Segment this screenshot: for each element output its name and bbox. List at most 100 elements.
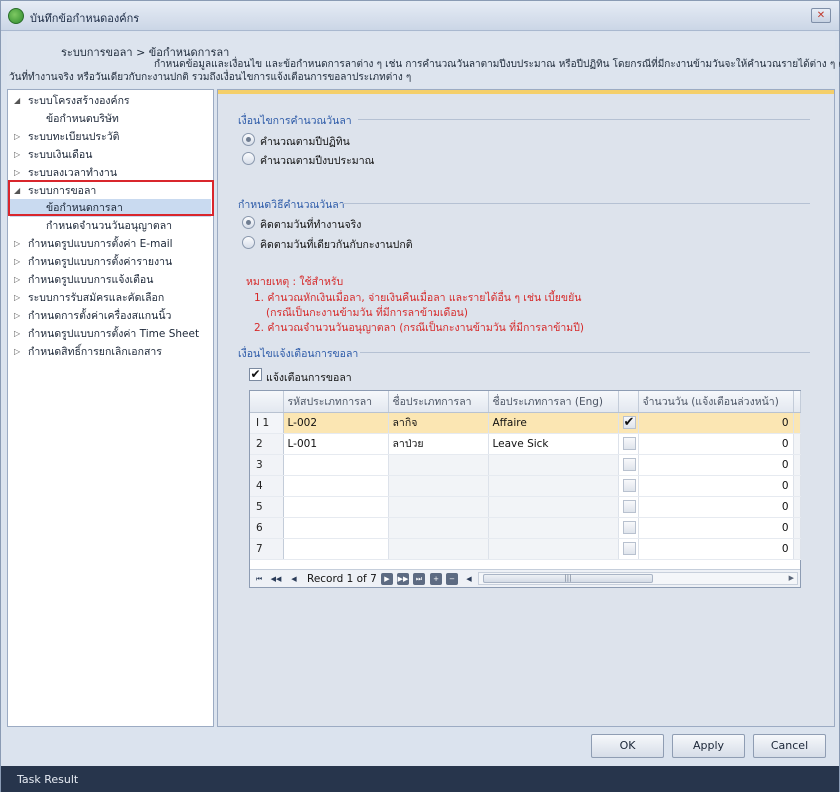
scroll-left-icon[interactable]: ◀: [463, 573, 475, 585]
leave-name-eng-cell[interactable]: [488, 496, 619, 518]
table-row[interactable]: 4 0: [250, 475, 801, 497]
radio-button[interactable]: [242, 236, 255, 249]
notify-check-cell[interactable]: [618, 496, 639, 518]
scrollbar-thumb[interactable]: |||: [483, 574, 653, 583]
leave-name-eng-cell[interactable]: Affaire: [488, 412, 619, 434]
row-checkbox[interactable]: [622, 479, 636, 492]
prev-page-icon[interactable]: ◀◀: [270, 573, 282, 585]
apply-button[interactable]: Apply: [672, 734, 745, 758]
table-row[interactable]: 7 0: [250, 538, 801, 560]
column-header-name-eng[interactable]: ชื่อประเภทการลา (Eng): [488, 391, 619, 413]
table-row[interactable]: 5 0: [250, 496, 801, 518]
radio-button[interactable]: [242, 152, 255, 165]
notify-check-cell[interactable]: [618, 454, 639, 476]
column-header-check[interactable]: [618, 391, 639, 413]
tree-item-recruitment[interactable]: ▷ ระบบการรับสมัครและคัดเลือก: [8, 289, 213, 307]
row-checkbox[interactable]: [622, 458, 636, 471]
expand-arrow-icon[interactable]: ◢: [14, 92, 24, 110]
column-header-days[interactable]: จำนวนวัน (แจ้งเตือนล่วงหน้า): [638, 391, 794, 413]
tree-item-company-rules[interactable]: ข้อกำหนดบริษัท: [8, 110, 213, 128]
notify-checkbox[interactable]: ✔: [249, 368, 262, 381]
radio-button[interactable]: [242, 133, 255, 146]
table-row[interactable]: 2 L-001 ลาป่วย Leave Sick 0: [250, 433, 801, 455]
row-checkbox[interactable]: ✔: [622, 416, 636, 429]
leave-name-eng-cell[interactable]: [488, 517, 619, 539]
notify-check-cell[interactable]: [618, 475, 639, 497]
horizontal-scrollbar[interactable]: ||| ▶: [478, 572, 798, 585]
tree-item-report-settings[interactable]: ▷ กำหนดรูปแบบการตั้งค่ารายงาน: [8, 253, 213, 271]
leave-code-cell[interactable]: [283, 454, 389, 476]
table-row[interactable]: I 1 L-002 ลากิจ Affaire ✔ 0: [250, 412, 801, 434]
row-checkbox[interactable]: [622, 500, 636, 513]
close-button[interactable]: ✕: [811, 8, 831, 23]
collapsed-arrow-icon[interactable]: ▷: [14, 343, 24, 361]
row-checkbox[interactable]: [622, 437, 636, 450]
notify-check-cell[interactable]: ✔: [618, 412, 639, 434]
delete-record-icon[interactable]: −: [446, 573, 458, 585]
days-cell[interactable]: 0: [638, 538, 794, 560]
cancel-button[interactable]: Cancel: [753, 734, 826, 758]
leave-name-cell[interactable]: [388, 475, 489, 497]
days-cell[interactable]: 0: [638, 517, 794, 539]
tree-item-notification-settings[interactable]: ▷ กำหนดรูปแบบการแจ้งเตือน: [8, 271, 213, 289]
prev-record-icon[interactable]: ◀: [288, 573, 300, 585]
next-record-icon[interactable]: ▶: [381, 573, 393, 585]
leave-name-eng-cell[interactable]: Leave Sick: [488, 433, 619, 455]
leave-name-eng-cell[interactable]: [488, 538, 619, 560]
column-header-rownum[interactable]: [250, 391, 284, 413]
tree-item-personnel-records[interactable]: ▷ ระบบทะเบียนประวัติ: [8, 128, 213, 146]
row-checkbox[interactable]: [622, 521, 636, 534]
notify-check-cell[interactable]: [618, 433, 639, 455]
column-header-name[interactable]: ชื่อประเภทการลา: [388, 391, 489, 413]
leave-name-cell[interactable]: ลากิจ: [388, 412, 489, 434]
notify-check-cell[interactable]: [618, 517, 639, 539]
collapsed-arrow-icon[interactable]: ▷: [14, 253, 24, 271]
ok-button[interactable]: OK: [591, 734, 664, 758]
leave-name-cell[interactable]: [388, 496, 489, 518]
column-header-code[interactable]: รหัสประเภทการลา: [283, 391, 389, 413]
radio-button[interactable]: [242, 216, 255, 229]
days-cell[interactable]: 0: [638, 475, 794, 497]
row-checkbox[interactable]: [622, 542, 636, 555]
first-record-icon[interactable]: ⏮: [253, 573, 265, 585]
collapsed-arrow-icon[interactable]: ▷: [14, 235, 24, 253]
table-row[interactable]: 3 0: [250, 454, 801, 476]
tree-item-fingerprint-scanner[interactable]: ▷ กำหนดการตั้งค่าเครื่องสแกนนิ้ว: [8, 307, 213, 325]
collapsed-arrow-icon[interactable]: ▷: [14, 128, 24, 146]
leave-code-cell[interactable]: [283, 517, 389, 539]
collapsed-arrow-icon[interactable]: ▷: [14, 271, 24, 289]
add-record-icon[interactable]: +: [430, 573, 442, 585]
leave-name-eng-cell[interactable]: [488, 454, 619, 476]
next-page-icon[interactable]: ▶▶: [397, 573, 409, 585]
leave-code-cell[interactable]: L-001: [283, 433, 389, 455]
last-record-icon[interactable]: ⏭: [413, 573, 425, 585]
task-result-label[interactable]: Task Result: [17, 773, 78, 786]
collapsed-arrow-icon[interactable]: ▷: [14, 325, 24, 343]
leave-code-cell[interactable]: [283, 475, 389, 497]
leave-code-cell[interactable]: [283, 538, 389, 560]
table-row[interactable]: 6 0: [250, 517, 801, 539]
title-bar: บันทึกข้อกำหนดองค์กร ✕: [1, 1, 839, 31]
leave-code-cell[interactable]: L-002: [283, 412, 389, 434]
leave-name-cell[interactable]: [388, 538, 489, 560]
collapsed-arrow-icon[interactable]: ▷: [14, 289, 24, 307]
tree-item-time-sheet[interactable]: ▷ กำหนดรูปแบบการตั้งค่า Time Sheet: [8, 325, 213, 343]
days-cell[interactable]: 0: [638, 496, 794, 518]
collapsed-arrow-icon[interactable]: ▷: [14, 146, 24, 164]
days-cell[interactable]: 0: [638, 412, 794, 434]
days-cell[interactable]: 0: [638, 454, 794, 476]
days-cell[interactable]: 0: [638, 433, 794, 455]
collapsed-arrow-icon[interactable]: ▷: [14, 307, 24, 325]
scroll-right-icon[interactable]: ▶: [789, 573, 794, 584]
tree-item-leave-quota[interactable]: กำหนดจำนวนวันอนุญาตลา: [8, 217, 213, 235]
tree-item-payroll[interactable]: ▷ ระบบเงินเดือน: [8, 146, 213, 164]
tree-item-org-structure[interactable]: ◢ ระบบโครงสร้างองค์กร: [8, 92, 213, 110]
leave-name-cell[interactable]: ลาป่วย: [388, 433, 489, 455]
leave-name-cell[interactable]: [388, 517, 489, 539]
leave-name-eng-cell[interactable]: [488, 475, 619, 497]
tree-item-email-settings[interactable]: ▷ กำหนดรูปแบบการตั้งค่า E-mail: [8, 235, 213, 253]
leave-code-cell[interactable]: [283, 496, 389, 518]
leave-name-cell[interactable]: [388, 454, 489, 476]
tree-item-cancel-permission[interactable]: ▷ กำหนดสิทธิ์การยกเลิกเอกสาร: [8, 343, 213, 361]
notify-check-cell[interactable]: [618, 538, 639, 560]
